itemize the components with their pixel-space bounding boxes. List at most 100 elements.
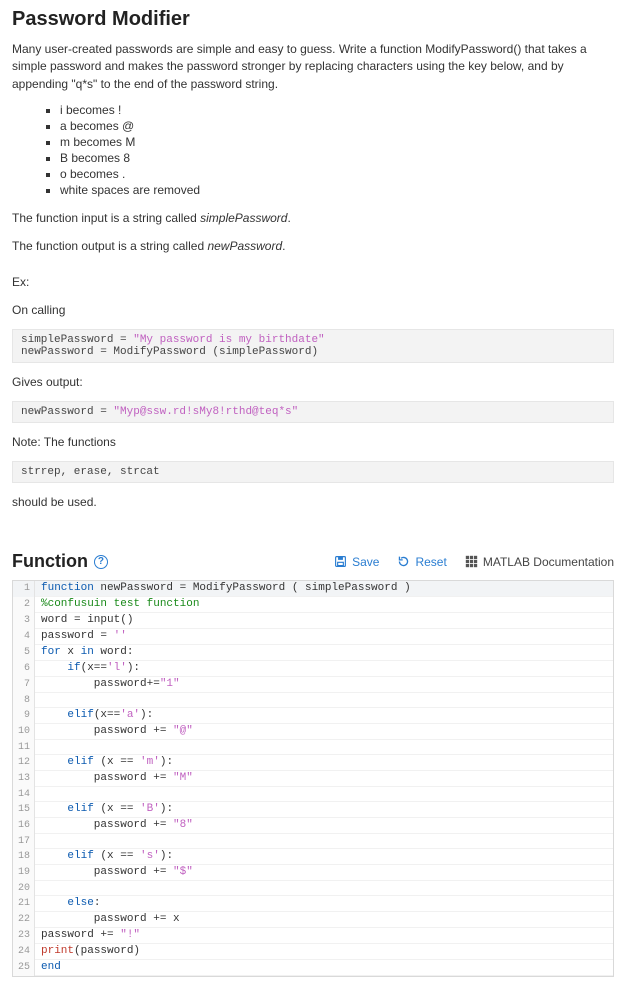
rule-item: m becomes M (60, 135, 614, 149)
line-number: 7 (13, 677, 35, 693)
line-number: 9 (13, 708, 35, 724)
editor-row[interactable]: 6 if(x=='l'): (13, 661, 613, 677)
code-line[interactable]: end (35, 960, 613, 976)
editor-row[interactable]: 25end (13, 960, 613, 976)
code-line[interactable]: elif(x=='a'): (35, 708, 613, 724)
line-number: 22 (13, 912, 35, 928)
note-label: Note: The functions (12, 433, 614, 451)
on-calling-label: On calling (12, 301, 614, 319)
code-line[interactable]: print(password) (35, 944, 613, 960)
editor-row[interactable]: 22 password += x (13, 912, 613, 928)
code-line[interactable]: password += "M" (35, 771, 613, 787)
substitution-rules-list: i becomes ! a becomes @ m becomes M B becom… (60, 103, 614, 197)
ex-in-line2: newPassword = ModifyPassword (simplePass… (21, 346, 318, 358)
editor-row[interactable]: 9 elif(x=='a'): (13, 708, 613, 724)
rule-item: B becomes 8 (60, 151, 614, 165)
line-number: 17 (13, 834, 35, 849)
should-be-used-label: should be used. (12, 493, 614, 511)
code-line[interactable]: if(x=='l'): (35, 661, 613, 677)
code-line[interactable]: password += "8" (35, 818, 613, 834)
editor-row[interactable]: 17 (13, 834, 613, 849)
code-line[interactable]: word = input() (35, 613, 613, 629)
line-number: 11 (13, 740, 35, 755)
editor-row[interactable]: 11 (13, 740, 613, 755)
function-section-title: Function (12, 551, 88, 572)
line-number: 4 (13, 629, 35, 645)
line-number: 18 (13, 849, 35, 865)
reset-label: Reset (415, 555, 446, 569)
line-number: 10 (13, 724, 35, 740)
line-number: 20 (13, 881, 35, 896)
line-number: 3 (13, 613, 35, 629)
line-number: 13 (13, 771, 35, 787)
rule-item: a becomes @ (60, 119, 614, 133)
code-line[interactable] (35, 881, 613, 896)
reset-button[interactable]: Reset (397, 555, 446, 569)
line-number: 15 (13, 802, 35, 818)
output-desc-pre: The function output is a string called (12, 239, 207, 253)
line-number: 14 (13, 787, 35, 802)
editor-row[interactable]: 3word = input() (13, 613, 613, 629)
editor-row[interactable]: 15 elif (x == 'B'): (13, 802, 613, 818)
help-icon[interactable]: ? (94, 555, 108, 569)
editor-row[interactable]: 14 (13, 787, 613, 802)
editor-row[interactable]: 23password += "!" (13, 928, 613, 944)
editor-row[interactable]: 7 password+="1" (13, 677, 613, 693)
code-line[interactable]: password += x (35, 912, 613, 928)
rule-item: o becomes . (60, 167, 614, 181)
code-line[interactable]: elif (x == 'm'): (35, 755, 613, 771)
code-line[interactable]: password += "$" (35, 865, 613, 881)
editor-row[interactable]: 13 password += "M" (13, 771, 613, 787)
reset-icon (397, 555, 410, 568)
function-section-heading: Function ? (12, 551, 108, 572)
code-line[interactable]: password = '' (35, 629, 613, 645)
docs-label: MATLAB Documentation (483, 555, 614, 569)
code-line[interactable] (35, 693, 613, 708)
editor-row[interactable]: 19 password += "$" (13, 865, 613, 881)
example-output-code: newPassword = "Myp@ssw.rd!sMy8!rthd@teq*… (12, 401, 614, 423)
ex-out-plain: newPassword = (21, 406, 113, 418)
period1: . (287, 211, 290, 225)
code-line[interactable]: for x in word: (35, 645, 613, 661)
grid-icon (465, 555, 478, 568)
functions-to-use: strrep, erase, strcat (12, 461, 614, 483)
rule-item: white spaces are removed (60, 183, 614, 197)
editor-row[interactable]: 16 password += "8" (13, 818, 613, 834)
line-number: 19 (13, 865, 35, 881)
editor-row[interactable]: 24print(password) (13, 944, 613, 960)
code-line[interactable] (35, 834, 613, 849)
code-line[interactable]: password += "@" (35, 724, 613, 740)
editor-row[interactable]: 4password = '' (13, 629, 613, 645)
editor-row[interactable]: 8 (13, 693, 613, 708)
input-description: The function input is a string called si… (12, 209, 614, 227)
code-line[interactable] (35, 787, 613, 802)
editor-row[interactable]: 5for x in word: (13, 645, 613, 661)
save-button[interactable]: Save (334, 555, 379, 569)
line-number: 12 (13, 755, 35, 771)
input-var-name: simplePassword (200, 211, 287, 225)
code-editor[interactable]: 1function newPassword = ModifyPassword (… (12, 580, 614, 977)
matlab-docs-link[interactable]: MATLAB Documentation (465, 555, 614, 569)
code-line[interactable]: elif (x == 's'): (35, 849, 613, 865)
input-desc-pre: The function input is a string called (12, 211, 200, 225)
code-line[interactable]: function newPassword = ModifyPassword ( … (35, 581, 613, 597)
save-icon (334, 555, 347, 568)
editor-row[interactable]: 18 elif (x == 's'): (13, 849, 613, 865)
code-line[interactable]: else: (35, 896, 613, 912)
line-number: 6 (13, 661, 35, 677)
code-line[interactable]: password+="1" (35, 677, 613, 693)
rule-item: i becomes ! (60, 103, 614, 117)
editor-row[interactable]: 10 password += "@" (13, 724, 613, 740)
code-line[interactable] (35, 740, 613, 755)
line-number: 1 (13, 581, 35, 597)
line-number: 23 (13, 928, 35, 944)
editor-row[interactable]: 2%confusuin test function (13, 597, 613, 613)
code-line[interactable]: elif (x == 'B'): (35, 802, 613, 818)
editor-row[interactable]: 21 else: (13, 896, 613, 912)
code-line[interactable]: %confusuin test function (35, 597, 613, 613)
editor-row[interactable]: 12 elif (x == 'm'): (13, 755, 613, 771)
intro-paragraph: Many user-created passwords are simple a… (12, 41, 614, 93)
editor-row[interactable]: 1function newPassword = ModifyPassword (… (13, 581, 613, 597)
code-line[interactable]: password += "!" (35, 928, 613, 944)
editor-row[interactable]: 20 (13, 881, 613, 896)
